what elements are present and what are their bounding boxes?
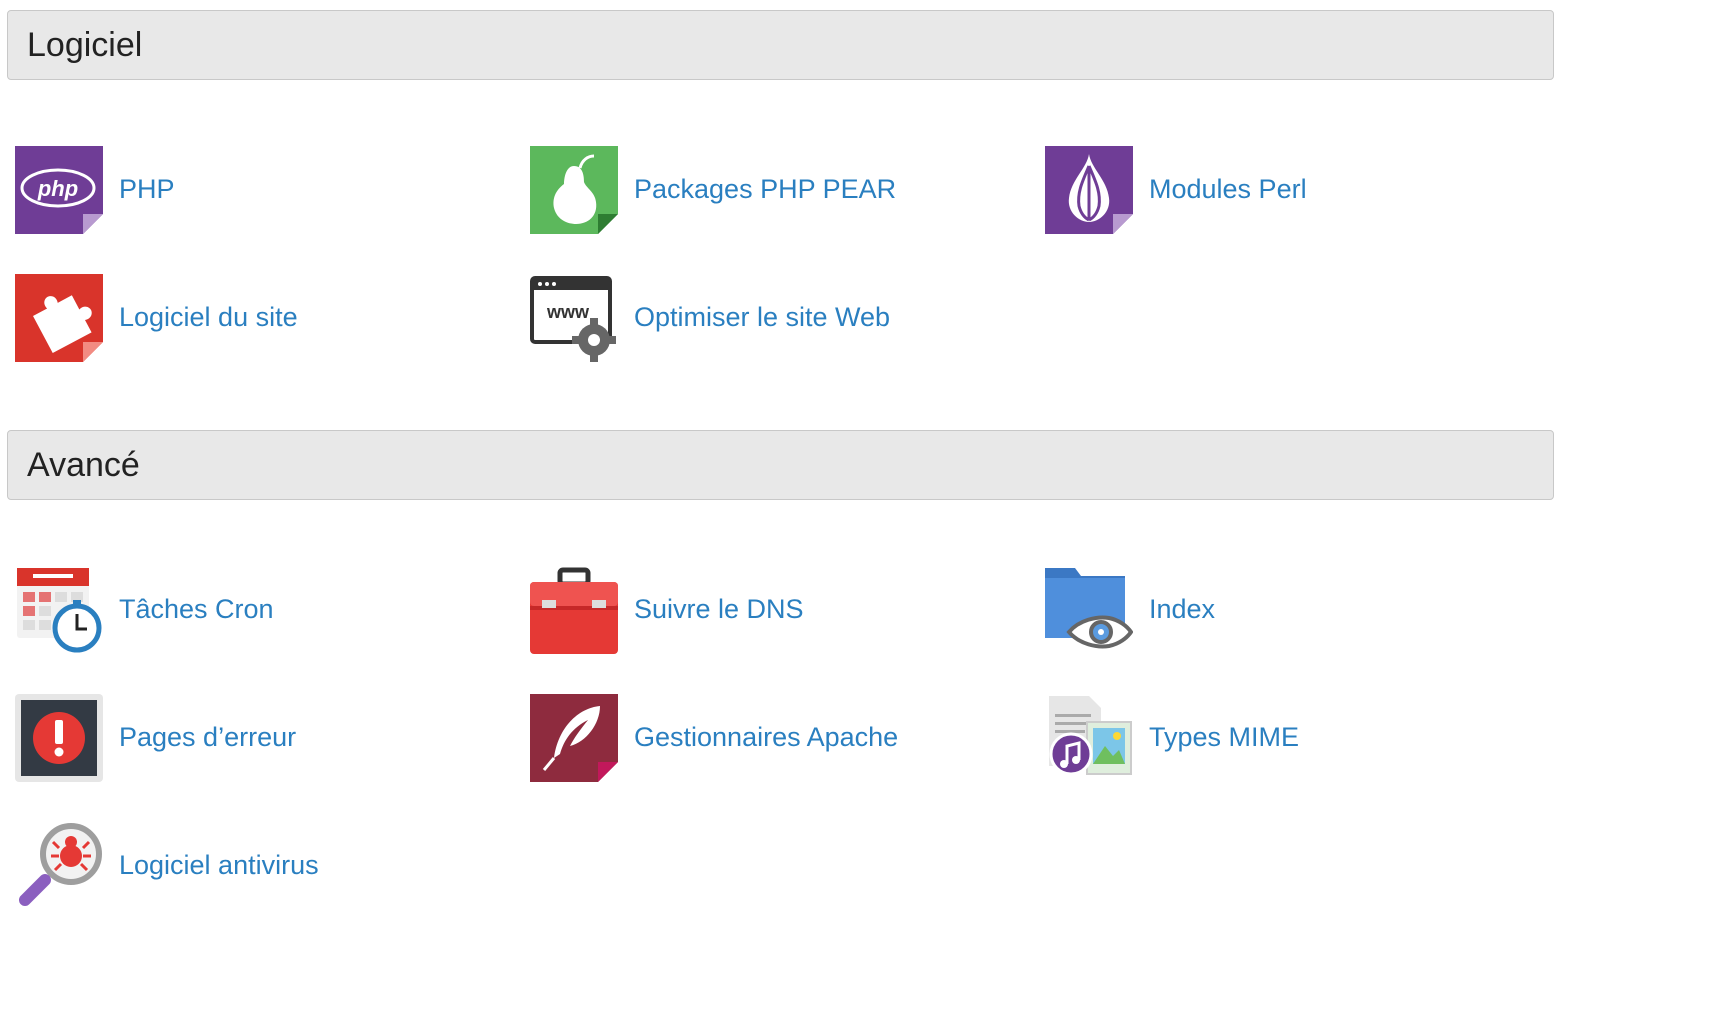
site-software-label: Logiciel du site (119, 302, 298, 332)
dns-track-label: Suivre le DNS (634, 594, 804, 624)
pear-icon (530, 146, 618, 234)
section-header-logiciel: Logiciel (7, 10, 1554, 80)
site-software-link[interactable]: Logiciel du site (15, 274, 435, 364)
folder-eye-icon (1045, 566, 1133, 654)
pear-packages-label: Packages PHP PEAR (634, 174, 897, 204)
section-header-avance: Avancé (7, 430, 1554, 500)
apache-handlers-label: Gestionnaires Apache (634, 722, 899, 752)
antivirus-link[interactable]: Logiciel antivirus (15, 822, 435, 912)
optimize-website-label: Optimiser le site Web (634, 302, 891, 332)
www-gear-icon: www (530, 274, 618, 362)
optimize-website-link[interactable]: www Optimiser le site Web (530, 274, 950, 364)
perl-modules-label: Modules Perl (1149, 174, 1307, 204)
calendar-clock-icon (15, 566, 103, 654)
virus-search-icon (15, 822, 103, 910)
section-title: Logiciel (27, 26, 143, 64)
toolbox-icon (530, 566, 618, 654)
mime-types-label: Types MIME (1149, 722, 1300, 752)
error-pages-link[interactable]: Pages d’erreur (15, 694, 435, 784)
mime-files-icon (1045, 694, 1133, 782)
dns-track-link[interactable]: Suivre le DNS (530, 566, 950, 656)
cron-jobs-link[interactable]: Tâches Cron (15, 566, 435, 656)
mime-types-link[interactable]: Types MIME (1045, 694, 1465, 784)
php-icon: php (15, 146, 103, 234)
onion-icon (1045, 146, 1133, 234)
error-pages-label: Pages d’erreur (119, 722, 297, 752)
php-label: PHP (119, 174, 175, 204)
puzzle-icon (15, 274, 103, 362)
index-link[interactable]: Index (1045, 566, 1465, 656)
svg-text:www: www (546, 302, 590, 322)
antivirus-label: Logiciel antivirus (119, 850, 319, 880)
section-title: Avancé (27, 446, 140, 484)
error-page-icon (15, 694, 103, 782)
apache-handlers-link[interactable]: Gestionnaires Apache (530, 694, 950, 784)
perl-modules-link[interactable]: Modules Perl (1045, 146, 1465, 236)
feather-icon (530, 694, 618, 782)
index-label: Index (1149, 594, 1216, 624)
svg-text:php: php (37, 176, 78, 201)
pear-packages-link[interactable]: Packages PHP PEAR (530, 146, 950, 236)
php-link[interactable]: php PHP (15, 146, 435, 236)
cron-jobs-label: Tâches Cron (119, 594, 274, 624)
